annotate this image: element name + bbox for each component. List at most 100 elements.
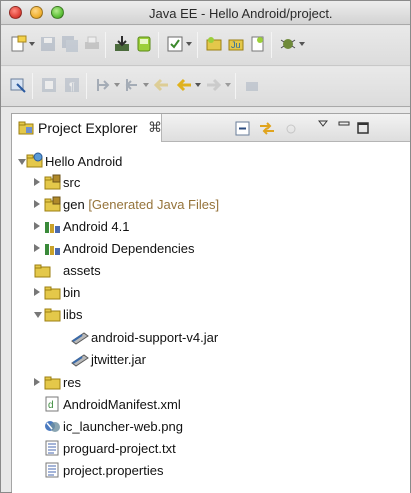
tree-item-label: assets [63, 263, 101, 278]
tree-item-android-manifest[interactable]: d AndroidManifest.xml [44, 395, 264, 414]
jar-file-icon [70, 329, 90, 345]
lint-checkbox-icon[interactable] [166, 35, 184, 53]
expand-toggle-icon[interactable] [34, 222, 40, 230]
tree-item-label-group: gen [Generated Java Files] [63, 197, 219, 212]
debug-icon[interactable] [279, 35, 297, 53]
image-file-icon [44, 418, 62, 434]
import-icon[interactable] [113, 35, 131, 53]
lint-dropdown-icon[interactable] [186, 42, 192, 46]
back-icon[interactable] [175, 76, 193, 94]
focus-on-active-task-icon[interactable] [284, 123, 298, 135]
toolbar-separator [105, 32, 106, 58]
tree-item-label: res [63, 375, 82, 390]
tree-item-label: src [63, 175, 81, 190]
tree-item-jtwitter-jar[interactable]: jtwitter.jar [70, 350, 230, 369]
jar-file-icon [70, 351, 90, 367]
secondary-toolbar: ¶ [1, 67, 410, 107]
text-file-icon [44, 462, 60, 478]
save-all-icon[interactable] [61, 35, 79, 53]
svg-text:Ju: Ju [231, 40, 241, 50]
android-manifest-icon: d [44, 396, 60, 412]
main-toolbar: Ju [1, 26, 410, 66]
expand-toggle-icon[interactable] [34, 288, 40, 296]
new-test-project-icon[interactable]: Ju [227, 35, 245, 53]
new-wizard-icon[interactable] [9, 35, 27, 53]
tree-item-android-dependencies[interactable]: Android Dependencies [34, 239, 274, 258]
view-menu-icon[interactable] [318, 120, 328, 128]
tree-item-assets[interactable]: assets [34, 261, 174, 280]
previous-annotation-icon[interactable] [123, 76, 141, 94]
title-bar: Java EE - Hello Android/project. [1, 1, 410, 25]
tree-item-android-4-1[interactable]: Android 4.1 [34, 217, 194, 236]
show-whitespace-icon[interactable]: ¶ [63, 76, 81, 94]
tree-item-bin[interactable]: bin [34, 283, 154, 302]
toolbar-separator [235, 73, 236, 99]
view-tab-bar: Project Explorer ⌘ [12, 114, 410, 142]
open-perspective-icon[interactable] [9, 76, 27, 94]
generated-files-decoration: [Generated Java Files] [84, 197, 220, 212]
tree-item-proguard-project[interactable]: proguard-project.txt [44, 439, 264, 458]
tree-item-label: Android Dependencies [63, 241, 195, 256]
toolbar-separator [32, 73, 33, 99]
folder-icon [34, 262, 52, 278]
tree-item-res[interactable]: res [34, 373, 154, 392]
maximize-view-icon[interactable] [357, 122, 369, 134]
tree-item-project-properties[interactable]: project.properties [44, 461, 264, 480]
library-container-icon [44, 240, 62, 256]
window-close-button[interactable] [9, 6, 22, 19]
expand-toggle-icon[interactable] [34, 378, 40, 386]
next-annotation-dropdown-icon[interactable] [114, 83, 120, 87]
tree-item-label: ic_launcher-web.png [63, 419, 183, 434]
window-title: Java EE - Hello Android/project. [149, 6, 333, 21]
tree-item-ic-launcher-web[interactable]: ic_launcher-web.png [44, 417, 264, 436]
save-icon[interactable] [39, 35, 57, 53]
pin-editor-icon[interactable] [243, 76, 261, 94]
expand-toggle-icon[interactable] [34, 244, 40, 252]
forward-dropdown-icon[interactable] [225, 83, 231, 87]
tree-item-libs[interactable]: libs [34, 305, 154, 324]
svg-text:¶: ¶ [69, 81, 75, 93]
back-dropdown-icon[interactable] [195, 83, 201, 87]
toolbar-separator [86, 73, 87, 99]
tab-label: Project Explorer [38, 120, 138, 136]
print-icon[interactable] [83, 35, 101, 53]
last-edit-location-icon[interactable] [153, 76, 171, 94]
window-minimize-button[interactable] [30, 6, 43, 19]
source-folder-icon [44, 174, 62, 190]
new-dropdown-icon[interactable] [29, 42, 35, 46]
tree-item-label: gen [63, 197, 85, 212]
tree-item-label: Hello Android [45, 154, 123, 169]
folder-icon [44, 306, 62, 322]
expand-toggle-icon[interactable] [34, 200, 40, 208]
expand-toggle-icon[interactable] [34, 178, 40, 186]
toolbar-separator [158, 32, 159, 58]
new-android-project-icon[interactable] [205, 35, 223, 53]
link-with-editor-icon[interactable] [258, 121, 276, 136]
android-sdk-manager-icon[interactable] [135, 35, 153, 53]
expand-toggle-icon[interactable] [18, 159, 26, 165]
tree-item-label: bin [63, 285, 81, 300]
collapse-all-icon[interactable] [235, 121, 251, 136]
generated-source-folder-icon [44, 196, 62, 212]
tree-item-android-support-jar[interactable]: android-support-v4.jar [70, 328, 310, 347]
new-android-xml-icon[interactable] [249, 35, 267, 53]
project-explorer-view: Project Explorer ⌘ Hello Android src gen… [11, 113, 410, 493]
tree-item-gen[interactable]: gen [Generated Java Files] [34, 195, 294, 214]
previous-annotation-dropdown-icon[interactable] [143, 83, 149, 87]
collapse-toggle-icon[interactable] [34, 312, 42, 318]
workbench-area: Project Explorer ⌘ Hello Android src gen… [1, 108, 410, 493]
next-annotation-icon[interactable] [94, 76, 112, 94]
library-container-icon [44, 218, 62, 234]
window-zoom-button[interactable] [51, 6, 64, 19]
tab-project-explorer[interactable]: Project Explorer ⌘ [12, 114, 162, 142]
debug-dropdown-icon[interactable] [299, 42, 305, 46]
project-tree: Hello Android src gen [Generated Java Fi… [12, 143, 410, 493]
tree-item-label: libs [63, 307, 83, 322]
tree-item-src[interactable]: src [34, 173, 154, 192]
toggle-block-icon[interactable] [40, 76, 58, 94]
close-view-icon[interactable]: ⌘ [148, 119, 162, 136]
android-project-icon [26, 152, 44, 169]
minimize-view-icon[interactable] [338, 118, 350, 128]
forward-icon[interactable] [205, 76, 223, 94]
tree-item-hello-android[interactable]: Hello Android [18, 152, 218, 171]
